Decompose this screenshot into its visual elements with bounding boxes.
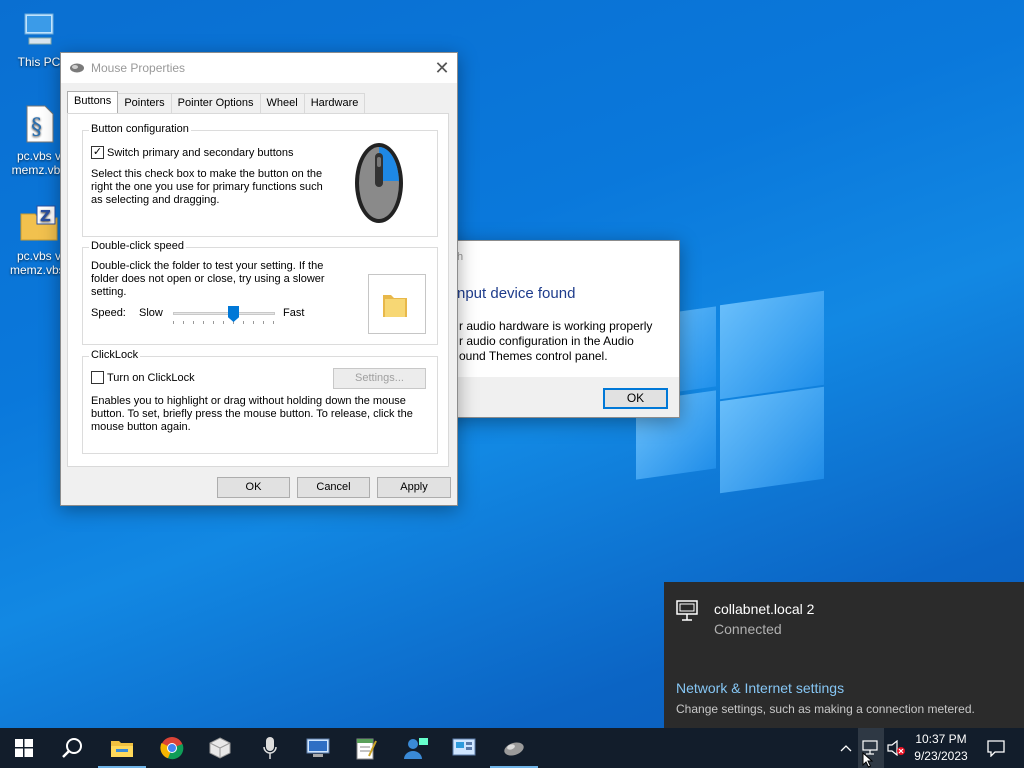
taskbar-notepad-app[interactable]: [342, 728, 390, 768]
group-title: Button configuration: [89, 123, 191, 135]
double-click-desc-2: folder does not open or close, try using…: [91, 273, 325, 285]
action-center-button[interactable]: [976, 728, 1016, 768]
volume-muted-icon: [887, 740, 905, 756]
clicklock-label[interactable]: Turn on ClickLock: [107, 372, 195, 385]
clicklock-desc-3: mouse button again.: [91, 421, 191, 433]
close-button[interactable]: ✕: [427, 53, 457, 83]
microphone-icon: [263, 737, 277, 759]
start-button[interactable]: [0, 728, 48, 768]
clicklock-desc-2: button. To set, briefly press the mouse …: [91, 408, 413, 420]
close-icon: ✕: [434, 57, 450, 78]
taskbar-user-app[interactable]: [392, 728, 440, 768]
svg-text:§: §: [31, 115, 42, 140]
dialog-title: Mouse Properties: [91, 61, 186, 75]
taskbar-remote-desktop[interactable]: [294, 728, 342, 768]
mouse-cursor-icon: [862, 752, 874, 768]
cancel-button[interactable]: Cancel: [297, 477, 370, 498]
taskbar: 10:37 PM 9/23/2023: [0, 728, 1024, 768]
mouse-icon: [504, 742, 524, 756]
file-explorer-icon: [111, 741, 133, 757]
chevron-up-icon: [840, 745, 852, 752]
clicklock-desc-1: Enables you to highlight or drag without…: [91, 395, 406, 407]
test-folder-area[interactable]: [368, 274, 426, 334]
mouse-illustration-icon: [355, 143, 403, 223]
switch-buttons-checkbox[interactable]: ✓: [91, 146, 104, 159]
group-title: ClickLock: [89, 349, 141, 361]
speed-label: Speed:: [91, 307, 126, 319]
taskbar-mouse-properties[interactable]: [490, 728, 538, 768]
svg-text:Z: Z: [40, 207, 51, 225]
script-file-icon: §: [26, 105, 54, 143]
zip-folder-icon: Z: [20, 205, 58, 241]
computer-icon: [24, 13, 54, 45]
windows-start-icon: [15, 739, 33, 757]
double-click-desc-3: setting.: [91, 286, 127, 298]
fast-label: Fast: [283, 307, 305, 319]
clock-date: 9/23/2023: [914, 749, 968, 763]
network-settings-desc: Change settings, such as making a connec…: [676, 702, 975, 716]
tray-volume-button[interactable]: [884, 728, 908, 768]
slider-track: [173, 312, 275, 315]
folder-icon: [383, 295, 407, 317]
remote-desktop-icon: [306, 738, 330, 757]
taskbar-control-panel[interactable]: [440, 728, 488, 768]
tab-pointers[interactable]: Pointers: [117, 93, 172, 113]
show-hidden-icons-button[interactable]: [836, 728, 856, 768]
taskbar-file-explorer[interactable]: [98, 728, 146, 768]
audio-dialog-heading: nput device found: [457, 285, 576, 302]
taskbar-microphone-app[interactable]: [246, 728, 294, 768]
notepad-icon: [356, 738, 377, 760]
double-click-speed-slider[interactable]: [173, 304, 275, 326]
audio-dialog: h nput device found r audio hardware is …: [440, 240, 680, 418]
tab-wheel[interactable]: Wheel: [259, 93, 305, 113]
audio-dialog-ok-button[interactable]: OK: [603, 388, 668, 409]
tab-hardware[interactable]: Hardware: [303, 93, 366, 113]
search-icon: [62, 738, 82, 758]
double-click-desc-1: Double-click the folder to test your set…: [91, 260, 324, 272]
double-click-speed-group: Double-click speed Double-click the fold…: [82, 240, 438, 345]
tab-content-buttons: Button configuration ✓ Switch primary an…: [67, 113, 449, 467]
slider-thumb[interactable]: [228, 306, 239, 322]
network-item[interactable]: collabnet.local 2 Connected: [664, 582, 1024, 654]
user-icon: [404, 738, 428, 759]
chrome-icon: [160, 737, 184, 760]
dialog-titlebar[interactable]: Mouse Properties: [61, 53, 457, 83]
switch-buttons-label[interactable]: Switch primary and secondary buttons: [107, 147, 293, 160]
tab-strip: Buttons Pointers Pointer Options Wheel H…: [67, 91, 366, 113]
group-title: Double-click speed: [89, 240, 186, 252]
wired-network-icon: [676, 600, 698, 621]
control-panel-icon: [452, 738, 476, 756]
taskbar-chrome[interactable]: [148, 728, 196, 768]
apply-button[interactable]: Apply: [377, 477, 451, 498]
audio-dialog-line3: ound Themes control panel.: [459, 349, 608, 363]
ok-button[interactable]: OK: [217, 477, 290, 498]
tab-pointer-options[interactable]: Pointer Options: [170, 93, 261, 113]
taskbar-3d-app[interactable]: [196, 728, 244, 768]
mouse-properties-dialog: Mouse Properties ✕ Buttons Pointers Poin…: [60, 52, 458, 506]
network-name: collabnet.local 2: [714, 601, 815, 617]
button-config-desc-1: Select this check box to make the button…: [91, 168, 323, 180]
search-button[interactable]: [48, 728, 96, 768]
button-config-desc-3: as selecting and dragging.: [91, 194, 220, 206]
audio-dialog-line1: r audio hardware is working properly: [459, 319, 653, 333]
tab-buttons[interactable]: Buttons: [67, 91, 119, 113]
network-status: Connected: [714, 621, 782, 637]
button-configuration-group: Button configuration ✓ Switch primary an…: [82, 123, 438, 237]
clicklock-group: ClickLock Turn on ClickLock Settings... …: [82, 349, 438, 454]
network-settings-link[interactable]: Network & Internet settings: [676, 680, 844, 696]
clock-time: 10:37 PM: [915, 732, 967, 746]
clicklock-settings-button[interactable]: Settings...: [333, 368, 426, 389]
audio-dialog-line2: r audio configuration in the Audio: [459, 334, 634, 348]
notification-icon: [987, 740, 1005, 757]
mouse-icon: [70, 63, 84, 73]
slow-label: Slow: [139, 307, 163, 319]
button-config-desc-2: right the one you use for primary functi…: [91, 181, 323, 193]
clicklock-checkbox[interactable]: [91, 371, 104, 384]
clock[interactable]: 10:37 PM 9/23/2023: [908, 728, 974, 768]
slider-ticks: [173, 321, 275, 324]
network-flyout: collabnet.local 2 Connected Network & In…: [664, 582, 1024, 728]
cube-icon: [209, 737, 231, 759]
